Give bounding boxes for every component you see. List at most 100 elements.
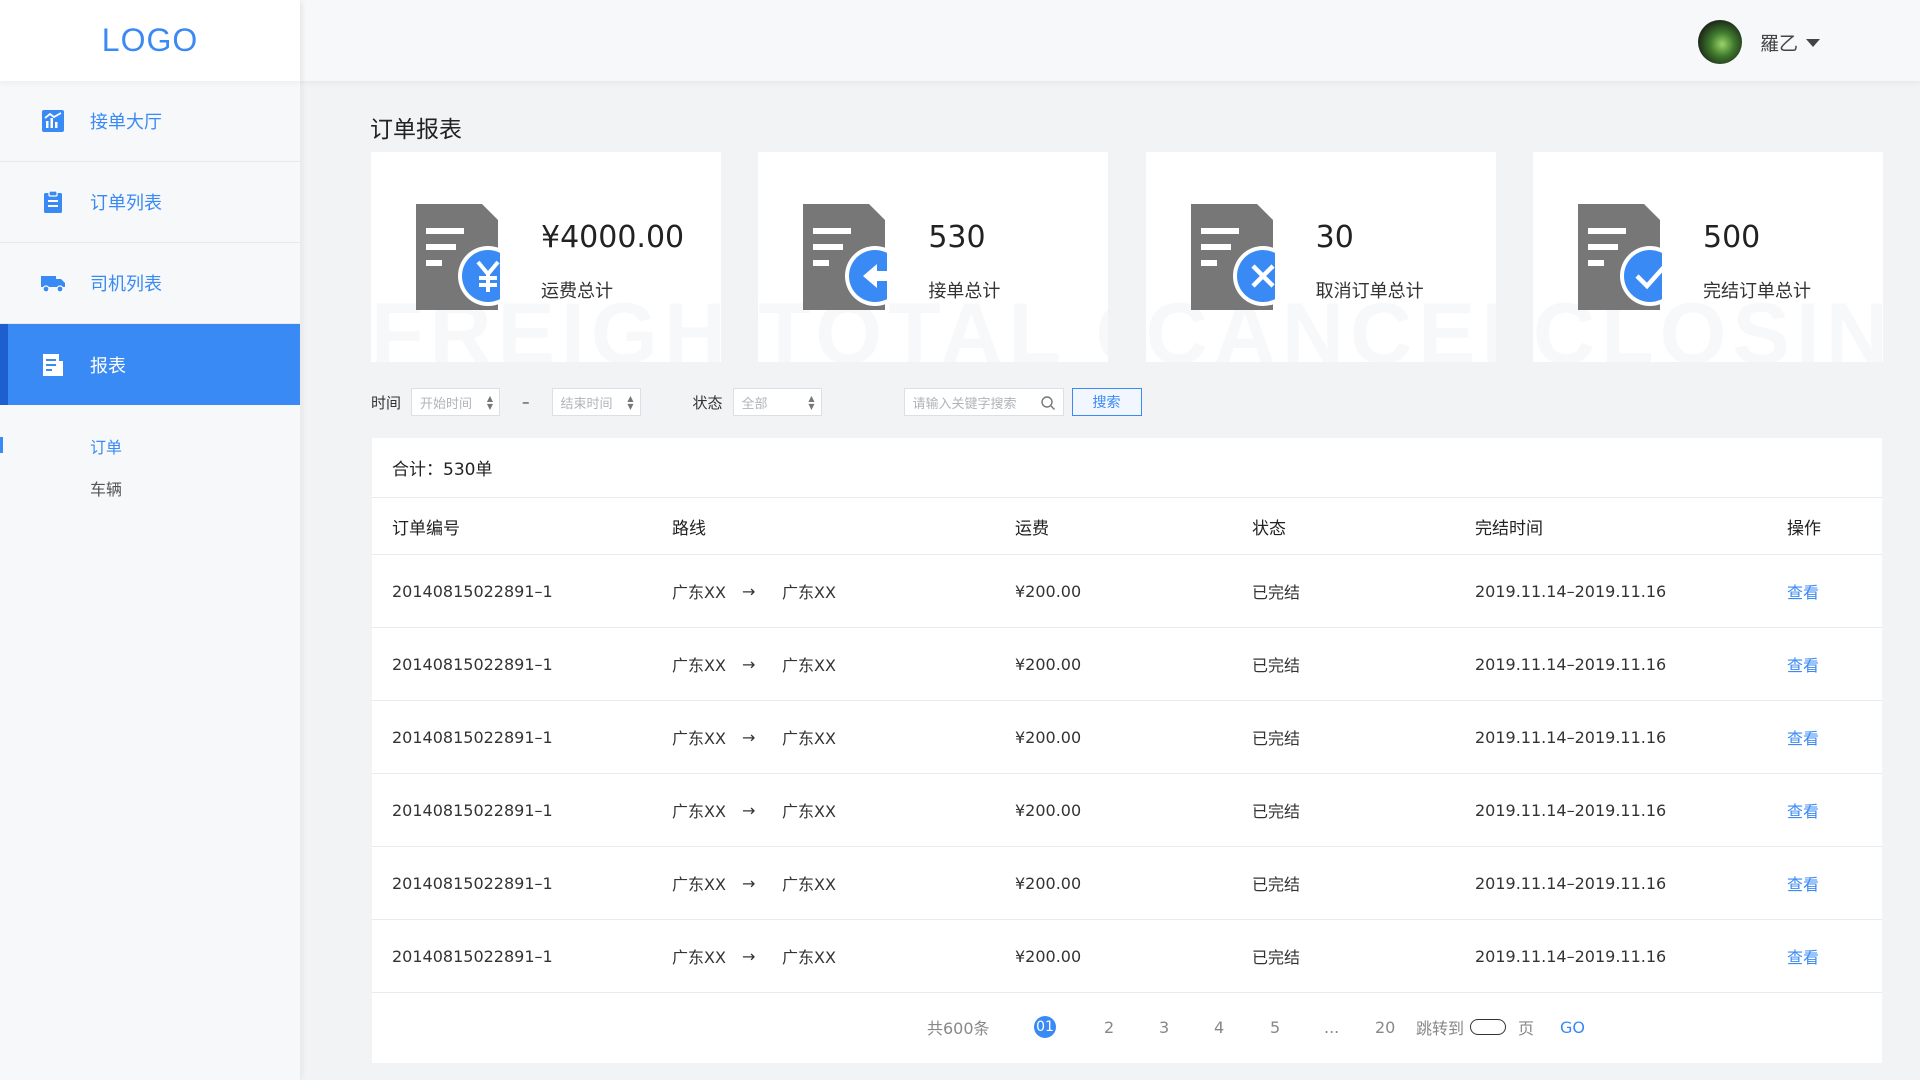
fee-cell: ¥200.00: [1015, 727, 1082, 747]
sidebar-item-label: 报表: [90, 355, 126, 377]
route-arrow-icon: →: [742, 946, 756, 966]
clipboard-icon: [40, 189, 66, 215]
status-cell: 已完结: [1252, 656, 1301, 675]
pagination: 共600条 01 2 3 4 5 ... 20 跳转到 页 GO: [372, 991, 1882, 1063]
fee-cell: ¥200.00: [1015, 873, 1082, 893]
stat-label: 取消订单总计: [1315, 281, 1424, 302]
view-link[interactable]: 查看: [1787, 920, 1819, 992]
start-time-select[interactable]: 开始时间 ▲ ▼: [411, 388, 501, 416]
time-label: 时间: [371, 393, 402, 412]
pagination-page[interactable]: 4: [1214, 991, 1224, 1063]
sidebar: LOGO 接单大厅 订单列表 司机列表 报表 订单 车辆: [0, 0, 300, 1080]
finish-time-cell: 2019.11.14–2019.11.16: [1475, 946, 1667, 966]
stat-value: ¥4000.00: [541, 220, 685, 255]
route-arrow-icon: →: [742, 800, 756, 820]
search-button[interactable]: 搜索: [1071, 388, 1142, 416]
sidebar-sub-item-orders[interactable]: 订单: [0, 425, 300, 467]
order-summary: 合计：530单: [372, 438, 1882, 498]
page-unit-label: 页: [1518, 1019, 1535, 1038]
pagination-current-page[interactable]: 01: [1034, 1016, 1056, 1038]
route-to-cell: 广东XX: [782, 656, 836, 675]
status-select[interactable]: 全部 ▲ ▼: [732, 388, 822, 416]
view-link[interactable]: 查看: [1787, 555, 1819, 627]
status-cell: 已完结: [1252, 875, 1301, 894]
jump-to-label: 跳转到: [1416, 1019, 1465, 1038]
end-time-select[interactable]: 结束时间 ▲ ▼: [551, 388, 641, 416]
stat-label: 接单总计: [928, 281, 1001, 302]
search-placeholder: 请输入关键字搜索: [912, 396, 1017, 412]
user-menu[interactable]: 羅乙: [1697, 20, 1820, 64]
sidebar-sub-item-vehicles[interactable]: 车辆: [0, 467, 300, 509]
route-arrow-icon: →: [742, 581, 756, 601]
avatar[interactable]: [1697, 20, 1742, 64]
table-row: 20140815022891–1 广东XX → 广东XX ¥200.00 已完结 2019.…: [372, 774, 1882, 847]
chart-icon: [40, 108, 66, 134]
range-dash: –: [522, 393, 530, 411]
route-arrow-icon: →: [742, 873, 756, 893]
stat-value: 500: [1702, 220, 1761, 255]
column-header-finish-time: 完结时间: [1475, 518, 1543, 539]
column-header-action: 操作: [1787, 518, 1821, 539]
table-header-row: 订单编号 路线 运费 状态 完结时间 操作: [372, 498, 1882, 555]
route-from-cell: 广东XX: [672, 802, 726, 821]
start-time-placeholder: 开始时间: [420, 396, 473, 412]
sidebar-item-label: 司机列表: [90, 274, 162, 295]
route-to-cell: 广东XX: [782, 875, 836, 894]
document-icon: [803, 204, 888, 310]
sidebar-item-label: 订单列表: [90, 193, 162, 214]
sidebar-item-reports[interactable]: 报表: [0, 324, 300, 405]
page-title: 订单报表: [370, 117, 462, 143]
pagination-page[interactable]: 3: [1159, 991, 1169, 1063]
sidebar-item-order-list[interactable]: 订单列表: [0, 162, 300, 243]
sidebar-item-label: 接单大厅: [90, 112, 162, 133]
view-link[interactable]: 查看: [1787, 628, 1819, 700]
sidebar-item-order-hall[interactable]: 接单大厅: [0, 81, 300, 162]
order-table-panel: 合计：530单 订单编号 路线 运费 状态 完结时间 操作 2014081502…: [372, 438, 1882, 1063]
fee-cell: ¥200.00: [1015, 946, 1082, 966]
route-from-cell: 广东XX: [672, 729, 726, 748]
document-icon: [1190, 204, 1275, 310]
pagination-page[interactable]: 5: [1270, 991, 1280, 1063]
route-to-cell: 广东XX: [782, 729, 836, 748]
view-link[interactable]: 查看: [1787, 774, 1819, 846]
stat-card-freight-total: FREIGHT TOTAL ¥4000.00 运费总计: [371, 152, 721, 362]
truck-icon: [40, 270, 66, 296]
route-from-cell: 广东XX: [672, 583, 726, 602]
end-time-placeholder: 结束时间: [560, 396, 613, 412]
status-cell: 已完结: [1252, 802, 1301, 821]
user-name[interactable]: 羅乙: [1760, 29, 1798, 56]
pagination-last-page[interactable]: 20: [1375, 991, 1395, 1063]
order-id-cell: 20140815022891–1: [392, 727, 553, 747]
order-id-cell: 20140815022891–1: [392, 654, 553, 674]
stat-label: 运费总计: [541, 281, 613, 302]
status-cell: 已完结: [1252, 583, 1301, 602]
column-header-route: 路线: [672, 518, 706, 539]
table-row: 20140815022891–1 广东XX → 广东XX ¥200.00 已完结 2019.…: [372, 847, 1882, 920]
chevron-down-icon[interactable]: [1806, 39, 1820, 47]
column-header-status: 状态: [1252, 518, 1286, 539]
stat-card-accepted-total: TOTAL ORDER 530 接单总计: [758, 152, 1109, 362]
route-arrow-icon: →: [742, 727, 756, 747]
search-icon[interactable]: [1040, 395, 1056, 411]
sidebar-item-driver-list[interactable]: 司机列表: [0, 243, 300, 324]
jump-page-input[interactable]: [1470, 1019, 1506, 1035]
logo-area: LOGO: [0, 0, 300, 81]
stat-card-completed-total: CLOSING TOTAL 500 完结订单总计: [1532, 152, 1883, 362]
view-link[interactable]: 查看: [1787, 701, 1819, 773]
table-row: 20140815022891–1 广东XX → 广东XX ¥200.00 已完结 2019.…: [372, 628, 1882, 701]
pagination-total: 共600条: [927, 1019, 990, 1038]
finish-time-cell: 2019.11.14–2019.11.16: [1475, 581, 1667, 601]
column-header-order-id: 订单编号: [392, 518, 460, 539]
view-link[interactable]: 查看: [1787, 847, 1819, 919]
go-button[interactable]: GO: [1560, 991, 1585, 1063]
finish-time-cell: 2019.11.14–2019.11.16: [1475, 727, 1667, 747]
route-to-cell: 广东XX: [782, 948, 836, 967]
stepper-arrows-icon: ▲ ▼: [627, 394, 634, 411]
document-icon: [416, 204, 500, 310]
table-row: 20140815022891–1 广东XX → 广东XX ¥200.00 已完结 2019.…: [372, 555, 1882, 628]
order-id-cell: 20140815022891–1: [392, 873, 553, 893]
search-input[interactable]: 请输入关键字搜索: [903, 388, 1064, 416]
document-icon: [1577, 204, 1662, 310]
fee-cell: ¥200.00: [1015, 654, 1082, 674]
pagination-page[interactable]: 2: [1104, 991, 1114, 1063]
